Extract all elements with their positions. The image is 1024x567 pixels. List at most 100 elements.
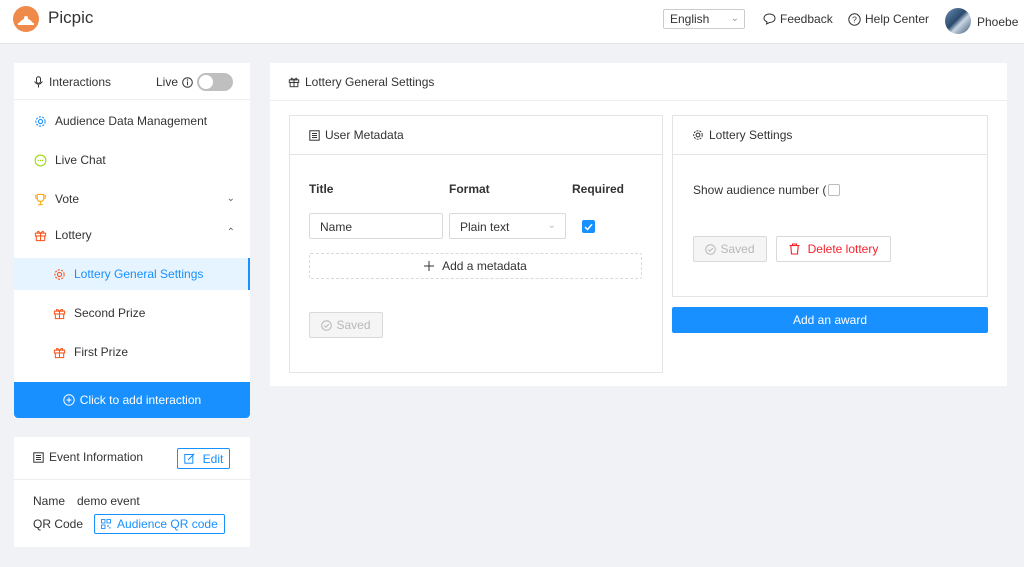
lottery-settings-card: Lottery Settings Show audience number ( … [672, 115, 988, 297]
main-header: Lottery General Settings [270, 63, 1007, 101]
show-audience-label: Show audience number ( [693, 183, 827, 197]
microphone-icon [34, 76, 43, 88]
interactions-panel: Interactions Live Audience Data Manageme… [14, 63, 250, 418]
gift-icon [288, 77, 300, 88]
sidebar-item-label: Lottery [55, 228, 92, 242]
lottery-saved-label: Saved [720, 242, 755, 256]
chat-icon [33, 153, 47, 167]
event-header: Event Information Edit [14, 437, 250, 480]
delete-lottery-label: Delete lottery [807, 242, 879, 256]
event-title-label: Event Information [49, 450, 144, 464]
column-header-required: Required [572, 182, 625, 196]
help-center-label: Help Center [865, 12, 930, 26]
trophy-icon [33, 192, 47, 206]
edit-button[interactable]: Edit [177, 448, 230, 469]
sidebar-item-label: Second Prize [74, 306, 146, 320]
column-header-title: Title [309, 182, 334, 196]
chevron-down-icon: ⌄ [226, 193, 235, 204]
add-award-label: Add an award [792, 313, 868, 327]
edit-label: Edit [202, 451, 224, 466]
metadata-saved-label: Saved [336, 318, 371, 332]
sidebar-item-second-prize[interactable]: Second Prize [14, 297, 250, 329]
plus-circle-icon [63, 394, 75, 406]
event-name-label: Name [33, 494, 66, 508]
check-circle-icon [705, 243, 717, 255]
lottery-general-settings-panel: Lottery General Settings User Metadata T… [270, 63, 1007, 386]
check-icon [584, 223, 593, 231]
add-metadata-label: Add a metadata [442, 259, 527, 273]
gear-icon [52, 267, 66, 281]
user-metadata-header: User Metadata [290, 116, 662, 155]
gift-icon [52, 345, 66, 359]
chevron-down-icon: ⌄ [547, 220, 556, 231]
feedback-link[interactable]: Feedback [763, 12, 833, 26]
document-icon [309, 129, 320, 141]
user-metadata-label: User Metadata [325, 128, 404, 142]
username: Phoebe [977, 15, 1019, 29]
sidebar-item-label: Live Chat [55, 153, 106, 167]
show-audience-number-option[interactable]: Show audience number ( [693, 183, 841, 197]
event-name-row: Name demo event [33, 494, 140, 508]
sidebar-item-label: Lottery General Settings [74, 267, 204, 281]
edit-icon [183, 453, 195, 464]
live-control: Live [156, 73, 234, 91]
qr-code-icon [101, 519, 111, 529]
app-name: Picpic [48, 8, 94, 27]
trash-icon [789, 243, 800, 255]
column-header-format: Format [449, 182, 490, 196]
metadata-format-select[interactable]: Plain text ⌄ [449, 213, 566, 239]
gear-icon [33, 114, 47, 128]
language-value: English [670, 12, 710, 26]
lottery-settings-label: Lottery Settings [709, 128, 793, 142]
live-toggle[interactable] [197, 73, 234, 91]
lottery-saved-button[interactable]: Saved [693, 236, 767, 262]
lottery-settings-title: Lottery Settings [692, 128, 792, 142]
feedback-label: Feedback [780, 12, 833, 26]
delete-lottery-button[interactable]: Delete lottery [776, 236, 891, 262]
sidebar-item-label: Vote [55, 192, 80, 206]
top-bar: Picpic English ⌄ Feedback ? Help Center … [0, 0, 1024, 44]
add-metadata-button[interactable]: Add a metadata [309, 253, 642, 279]
live-label: Live [156, 75, 179, 89]
chat-bubble-icon [763, 13, 776, 25]
gift-icon [52, 306, 66, 320]
logo-icon [13, 6, 39, 32]
main-title: Lottery General Settings [288, 75, 434, 89]
svg-text:?: ? [852, 14, 857, 24]
event-title: Event Information [33, 450, 143, 464]
qr-code-label: QR Code [33, 517, 84, 531]
metadata-title-value: Name [320, 220, 353, 234]
add-interaction-label: Click to add interaction [79, 393, 202, 407]
sidebar-item-live-chat[interactable]: Live Chat [14, 144, 250, 176]
sidebar-item-lottery-general-settings[interactable]: Lottery General Settings [14, 258, 250, 290]
add-award-button[interactable]: Add an award [672, 307, 988, 333]
language-select[interactable]: English ⌄ [663, 9, 745, 29]
main-title-label: Lottery General Settings [305, 75, 435, 89]
add-interaction-button[interactable]: Click to add interaction [14, 382, 250, 418]
user-metadata-card: User Metadata Title Format Required Name… [289, 115, 663, 373]
sidebar-item-first-prize[interactable]: First Prize [14, 336, 250, 368]
gear-icon [693, 130, 703, 140]
help-center-link[interactable]: ? Help Center [848, 12, 929, 26]
plus-icon [424, 261, 435, 271]
avatar[interactable] [945, 8, 971, 34]
metadata-required-checkbox[interactable] [582, 220, 595, 233]
sidebar-item-vote[interactable]: Vote ⌄ [14, 183, 250, 215]
sidebar-item-audience-data[interactable]: Audience Data Management [14, 105, 250, 137]
qr-code-button-label: Audience QR code [117, 517, 218, 531]
audience-qr-code-button[interactable]: Audience QR code [94, 514, 225, 534]
info-icon [182, 76, 193, 88]
metadata-title-input[interactable]: Name [309, 213, 443, 239]
event-name-value: demo event [77, 494, 140, 508]
sidebar-item-lottery[interactable]: Lottery ⌃ [14, 219, 250, 251]
lottery-settings-header: Lottery Settings [673, 116, 987, 155]
event-qr-row: QR Code Audience QR code [33, 514, 225, 534]
metadata-saved-button[interactable]: Saved [309, 312, 383, 338]
chevron-up-icon: ⌃ [226, 227, 235, 238]
metadata-format-value: Plain text [460, 220, 510, 234]
event-information-panel: Event Information Edit Name demo event Q… [14, 437, 250, 547]
sidebar-item-label: First Prize [74, 345, 128, 359]
show-audience-checkbox[interactable] [828, 184, 841, 196]
interactions-title: Interactions [33, 75, 111, 89]
sidebar-item-label: Audience Data Management [55, 114, 208, 128]
